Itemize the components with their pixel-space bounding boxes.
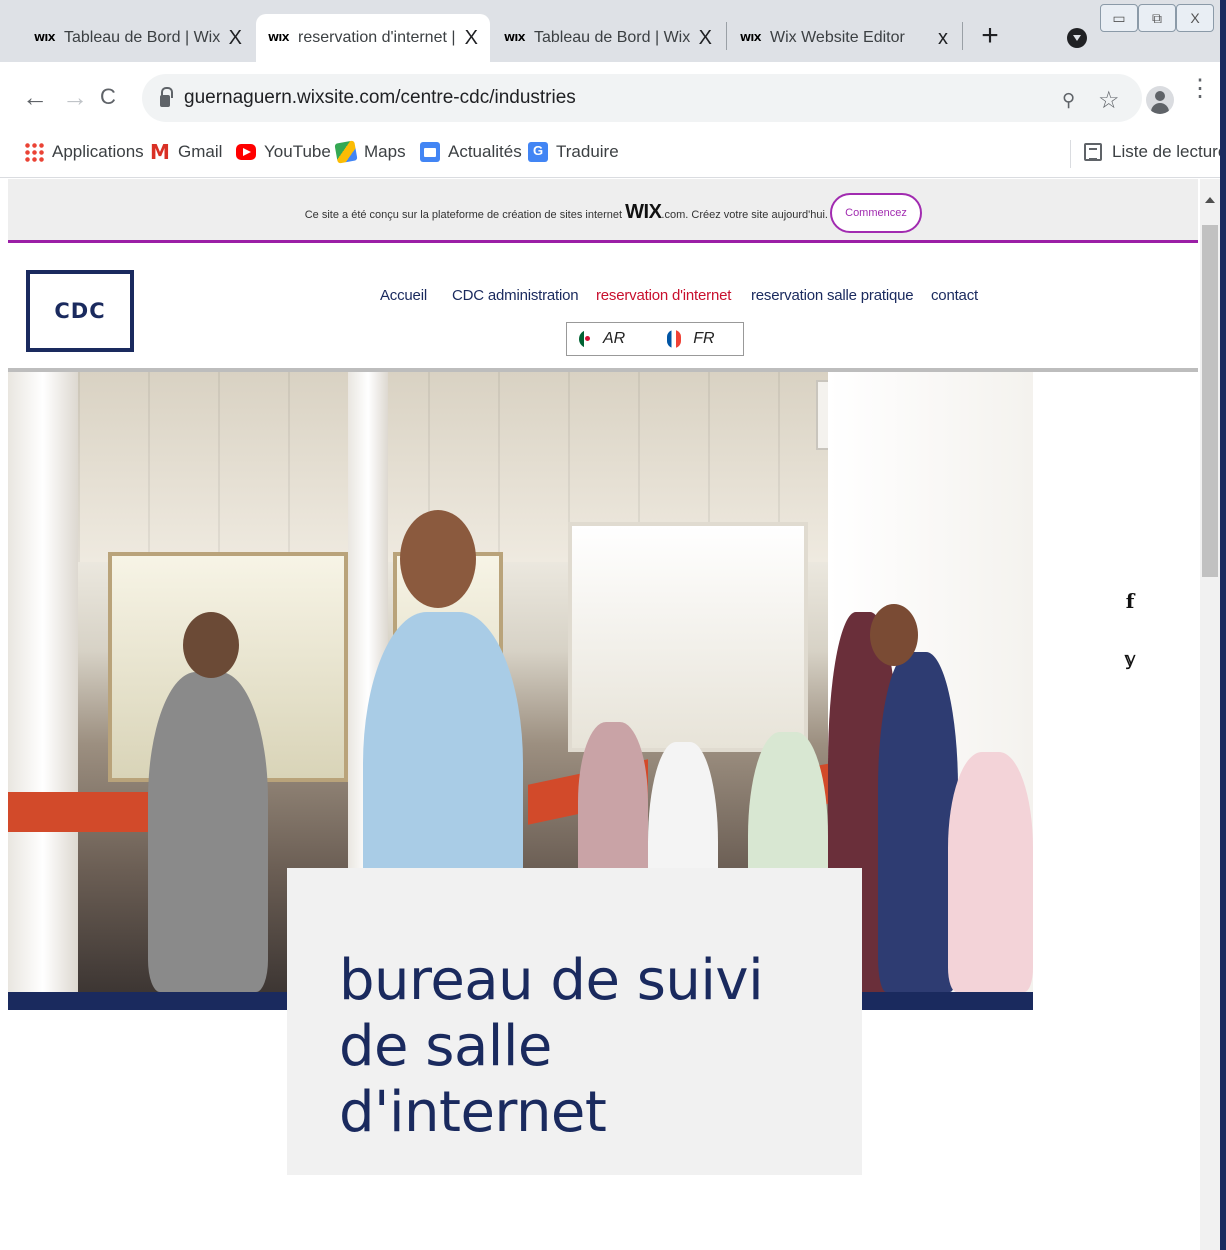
window-controls: ▭ ⧉ X — [1100, 4, 1214, 32]
bookmark-applications[interactable]: Applications — [24, 142, 144, 162]
wix-favicon-icon: WIX — [504, 32, 525, 44]
person-figure — [948, 752, 1033, 992]
tab-close-icon[interactable]: X — [699, 27, 712, 50]
commencez-button[interactable]: Commencez — [830, 193, 922, 233]
wix-banner-text: Ce site a été conçu sur la plateforme de… — [8, 201, 828, 224]
page-title: bureau de suivi de salle d'internet — [339, 948, 764, 1145]
desk — [8, 792, 148, 832]
nav-cdc-administration[interactable]: CDC administration — [452, 287, 579, 304]
nav-reservation-internet[interactable]: reservation d'internet — [596, 287, 731, 304]
scroll-up-arrow-icon[interactable] — [1205, 197, 1215, 203]
tab-wix-editor[interactable]: WIX Wix Website Editor x — [728, 14, 960, 62]
bookmark-label: Applications — [52, 142, 144, 161]
tab-title: reservation d'internet | M — [298, 29, 457, 46]
maps-icon — [334, 140, 358, 164]
browser-toolbar: ← → C guernaguern.wixsite.com/centre-cdc… — [0, 62, 1226, 132]
twitter-icon[interactable]: 𝕪 — [1120, 649, 1140, 670]
page-viewport: Ce site a été conçu sur la plateforme de… — [0, 179, 1200, 1250]
url-text[interactable]: guernaguern.wixsite.com/centre-cdc/indus… — [184, 87, 576, 109]
bookmark-label: Actualités — [448, 142, 522, 161]
translate-icon — [528, 142, 548, 162]
language-selector: AR FR — [566, 322, 744, 356]
france-flag-icon — [667, 330, 682, 348]
tab-title: Wix Website Editor — [770, 29, 905, 46]
lang-fr-option[interactable]: FR — [667, 330, 715, 348]
bookmark-label: Maps — [364, 142, 406, 161]
window-frame-edge — [1220, 0, 1226, 1250]
bookmark-traduire[interactable]: Traduire — [528, 142, 619, 162]
minimize-button[interactable]: ▭ — [1100, 4, 1138, 32]
tab-close-icon[interactable]: x — [938, 27, 948, 50]
tab-dashboard-1[interactable]: WIX Tableau de Bord | Wix.co X — [22, 14, 254, 62]
nav-contact[interactable]: contact — [931, 287, 978, 304]
person-head — [183, 612, 239, 678]
banner-text-start: Ce site a été conçu sur la plateforme de… — [304, 209, 626, 221]
wix-favicon-icon: WIX — [268, 32, 289, 44]
bookmark-youtube[interactable]: YouTube — [236, 142, 331, 162]
close-window-button[interactable]: X — [1176, 4, 1214, 32]
nav-reservation-salle-pratique[interactable]: reservation salle pratique — [751, 287, 914, 304]
site-header: CDC Accueil CDC administration reservati… — [8, 246, 1198, 372]
reading-list-icon — [1084, 143, 1102, 161]
facebook-icon[interactable]: f — [1120, 589, 1140, 613]
algeria-flag-icon — [579, 330, 590, 348]
site-logo[interactable]: CDC — [26, 270, 134, 352]
wix-favicon-icon: WIX — [740, 32, 761, 44]
gmail-icon: M — [150, 140, 170, 164]
bookmark-label: Gmail — [178, 142, 223, 161]
bookmark-label: YouTube — [264, 142, 331, 161]
bookmark-maps[interactable]: Maps — [334, 140, 406, 164]
bookmarks-separator — [1070, 140, 1071, 168]
new-tab-button[interactable]: + — [972, 18, 1008, 54]
logo-text: CDC — [54, 299, 106, 323]
tab-reservation-internet[interactable]: WIX reservation d'internet | M X — [256, 14, 490, 62]
tab-close-icon[interactable]: X — [229, 27, 242, 50]
lang-code: FR — [693, 330, 715, 347]
tab-separator — [962, 22, 963, 50]
wix-promo-banner: Ce site a été conçu sur la plateforme de… — [8, 179, 1198, 243]
person-figure — [878, 652, 958, 992]
tab-title: Tableau de Bord | Wix.co — [534, 29, 691, 46]
bookmark-gmail[interactable]: M Gmail — [150, 142, 222, 162]
bookmark-label: Traduire — [556, 142, 619, 161]
reload-button[interactable]: C — [100, 82, 116, 112]
restore-button[interactable]: ⧉ — [1138, 4, 1176, 32]
bookmark-actualites[interactable]: Actualités — [420, 142, 522, 162]
news-icon — [420, 142, 440, 162]
scrollbar-thumb[interactable] — [1202, 225, 1218, 577]
zoom-icon[interactable]: ⚲ — [1062, 90, 1075, 111]
wix-logo: WIX — [625, 201, 662, 223]
forward-button[interactable]: → — [62, 82, 88, 112]
browser-tab-strip: WIX Tableau de Bord | Wix.co X WIX reser… — [0, 0, 1226, 62]
lang-ar-option[interactable]: AR — [579, 330, 625, 348]
back-button[interactable]: ← — [22, 82, 48, 112]
bookmarks-bar: Applications M Gmail YouTube Maps Actual… — [0, 132, 1226, 178]
person-head — [870, 604, 918, 666]
caption-card: bureau de suivi de salle d'internet — [287, 868, 862, 1175]
youtube-icon — [236, 144, 256, 160]
person-figure — [148, 672, 268, 992]
browser-menu-icon[interactable]: ⋮ — [1188, 77, 1212, 101]
tab-separator — [726, 22, 727, 50]
lang-code: AR — [603, 330, 626, 347]
wix-favicon-icon: WIX — [34, 32, 55, 44]
pillar — [8, 372, 78, 992]
profile-avatar-icon[interactable] — [1146, 86, 1174, 114]
tab-dashboard-2[interactable]: WIX Tableau de Bord | Wix.co X — [492, 14, 724, 62]
lock-icon[interactable] — [160, 87, 173, 107]
address-bar[interactable]: guernaguern.wixsite.com/centre-cdc/indus… — [142, 74, 1142, 122]
reading-list-button[interactable]: Liste de lecture — [1084, 142, 1226, 162]
bookmark-star-icon[interactable]: ☆ — [1098, 86, 1120, 115]
apps-grid-icon — [24, 142, 44, 162]
banner-text-end: .com. Créez votre site aujourd'hui. — [661, 209, 828, 221]
tab-search-icon[interactable] — [1067, 28, 1087, 48]
window — [568, 522, 808, 752]
tab-title: Tableau de Bord | Wix.co — [64, 29, 221, 46]
person-head — [400, 510, 476, 608]
nav-accueil[interactable]: Accueil — [380, 287, 427, 304]
tab-close-icon[interactable]: X — [465, 27, 478, 50]
page-scrollbar[interactable] — [1200, 179, 1220, 1250]
reading-list-label: Liste de lecture — [1112, 142, 1226, 161]
